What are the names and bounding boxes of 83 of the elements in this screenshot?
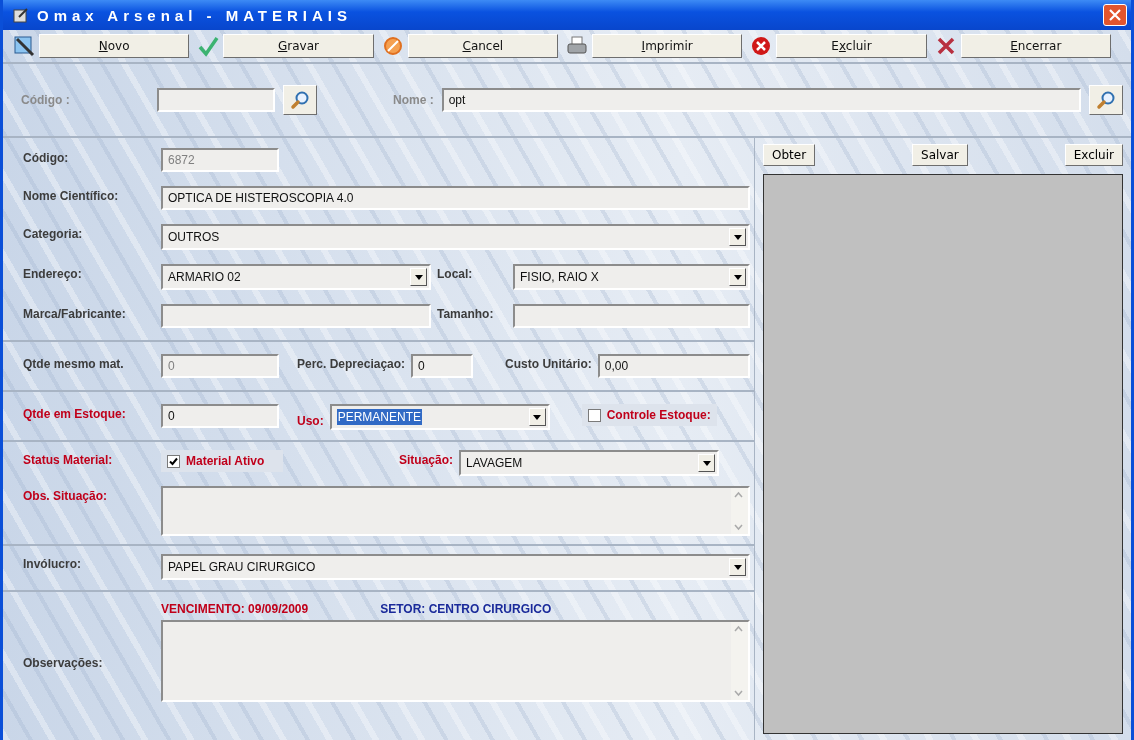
field-label: Obs. Situação: xyxy=(23,488,109,503)
input-field[interactable]: opt xyxy=(441,88,1081,112)
scrollbar[interactable] xyxy=(731,488,748,534)
dropdown[interactable]: OUTROS xyxy=(161,224,750,250)
printer-icon xyxy=(566,35,588,57)
prohibited-icon xyxy=(381,35,404,57)
search-icon xyxy=(290,90,310,110)
input-field[interactable] xyxy=(157,88,275,112)
input-field[interactable] xyxy=(513,304,750,328)
field-label: Custo Unitário: xyxy=(505,356,592,371)
field-label: Perc. Depreciaçao: xyxy=(297,356,406,371)
dropdown-button[interactable] xyxy=(729,228,746,246)
field-label: Uso: xyxy=(297,413,324,428)
dropdown-arrow-icon xyxy=(733,564,742,570)
error-icon xyxy=(750,35,773,57)
field-label: Qtde mesmo mat. xyxy=(23,356,125,371)
toolbar-button[interactable]: Gravar xyxy=(223,34,374,58)
dropdown-button[interactable] xyxy=(729,268,746,286)
toolbar-button[interactable]: Novo xyxy=(39,34,190,58)
input-field[interactable] xyxy=(161,304,431,328)
field-label: Categoria: xyxy=(23,226,84,241)
toolbar-button[interactable]: Excluir xyxy=(776,34,927,58)
dropdown-value: OUTROS xyxy=(168,230,220,244)
expiry-notice: VENCIMENTO: 09/09/2009 xyxy=(161,602,309,616)
dropdown[interactable]: LAVAGEM xyxy=(459,450,719,476)
input-field[interactable]: OPTICA DE HISTEROSCOPIA 4.0 xyxy=(161,186,750,210)
dropdown[interactable]: FISIO, RAIO X xyxy=(513,264,750,290)
dropdown-value: PAPEL GRAU CIRURGICO xyxy=(168,560,316,574)
dropdown-button[interactable] xyxy=(729,558,746,576)
field-label: Endereço: xyxy=(23,266,83,281)
input-field[interactable]: 0 xyxy=(411,354,474,378)
dropdown-value: LAVAGEM xyxy=(466,456,523,470)
close-button[interactable] xyxy=(1103,4,1127,26)
text-area[interactable] xyxy=(161,620,750,702)
field-label: Observações: xyxy=(23,654,104,670)
dropdown-value: ARMARIO 02 xyxy=(168,270,241,284)
dropdown-arrow-icon xyxy=(733,234,742,240)
toolbar-button[interactable]: Encerrar xyxy=(960,34,1111,58)
toolbar-button[interactable]: Cancel xyxy=(407,34,558,58)
scrollbar[interactable] xyxy=(731,622,748,700)
field-label: Marca/Fabricante: xyxy=(23,306,127,321)
sector-notice: SETOR: CENTRO CIRURGICO xyxy=(380,602,552,616)
search-icon xyxy=(1096,90,1116,110)
field-label: Tamanho: xyxy=(437,306,495,321)
field-label: Invólucro: xyxy=(23,556,82,571)
pencil-icon xyxy=(13,35,35,57)
checkbox[interactable]: Material Ativo xyxy=(161,450,283,472)
dropdown-arrow-icon xyxy=(733,274,742,280)
window-title: Omax Arsenal - MATERIAIS xyxy=(37,6,354,24)
checkbox-label: Material Ativo xyxy=(186,454,265,468)
checkbox-label: Controle Estoque: xyxy=(606,408,711,422)
image-button[interactable]: Salvar xyxy=(912,144,968,166)
dropdown-arrow-icon xyxy=(533,414,542,420)
dropdown-button[interactable] xyxy=(528,408,546,426)
dropdown-button[interactable] xyxy=(698,454,715,472)
dropdown[interactable]: PERMANENTE xyxy=(329,404,550,430)
field-label: Local: xyxy=(437,266,474,281)
dropdown[interactable]: PAPEL GRAU CIRURGICO xyxy=(161,554,750,580)
field-label: Código : xyxy=(21,93,71,107)
selected-text: PERMANENTE xyxy=(336,409,422,425)
input-field[interactable]: 0 xyxy=(161,404,279,428)
field-label: Código: xyxy=(23,150,70,165)
field-label: Nome Científico: xyxy=(23,188,120,203)
field-label: Qtde em Estoque: xyxy=(23,406,127,421)
dropdown-arrow-icon xyxy=(414,274,423,280)
dropdown[interactable]: ARMARIO 02 xyxy=(161,264,431,290)
dropdown-button[interactable] xyxy=(410,268,427,286)
input-field[interactable]: 0,00 xyxy=(597,354,750,378)
checkbox[interactable]: Controle Estoque: xyxy=(581,404,717,426)
field-label: Nome : xyxy=(393,93,434,107)
image-button[interactable]: Obter xyxy=(763,144,816,166)
search-button[interactable] xyxy=(283,85,317,115)
field-label: Status Material: xyxy=(23,452,114,467)
text-area[interactable] xyxy=(161,486,750,536)
close-icon xyxy=(1109,9,1121,21)
dropdown-value: FISIO, RAIO X xyxy=(520,270,599,284)
app-icon xyxy=(13,7,29,23)
field-label: Situação: xyxy=(399,452,453,467)
image-button[interactable]: Excluir xyxy=(1064,144,1123,166)
toolbar-button[interactable]: Imprimir xyxy=(592,34,743,58)
dropdown-arrow-icon xyxy=(702,460,711,466)
checkmark-icon xyxy=(197,35,220,57)
search-button[interactable] xyxy=(1089,85,1123,115)
